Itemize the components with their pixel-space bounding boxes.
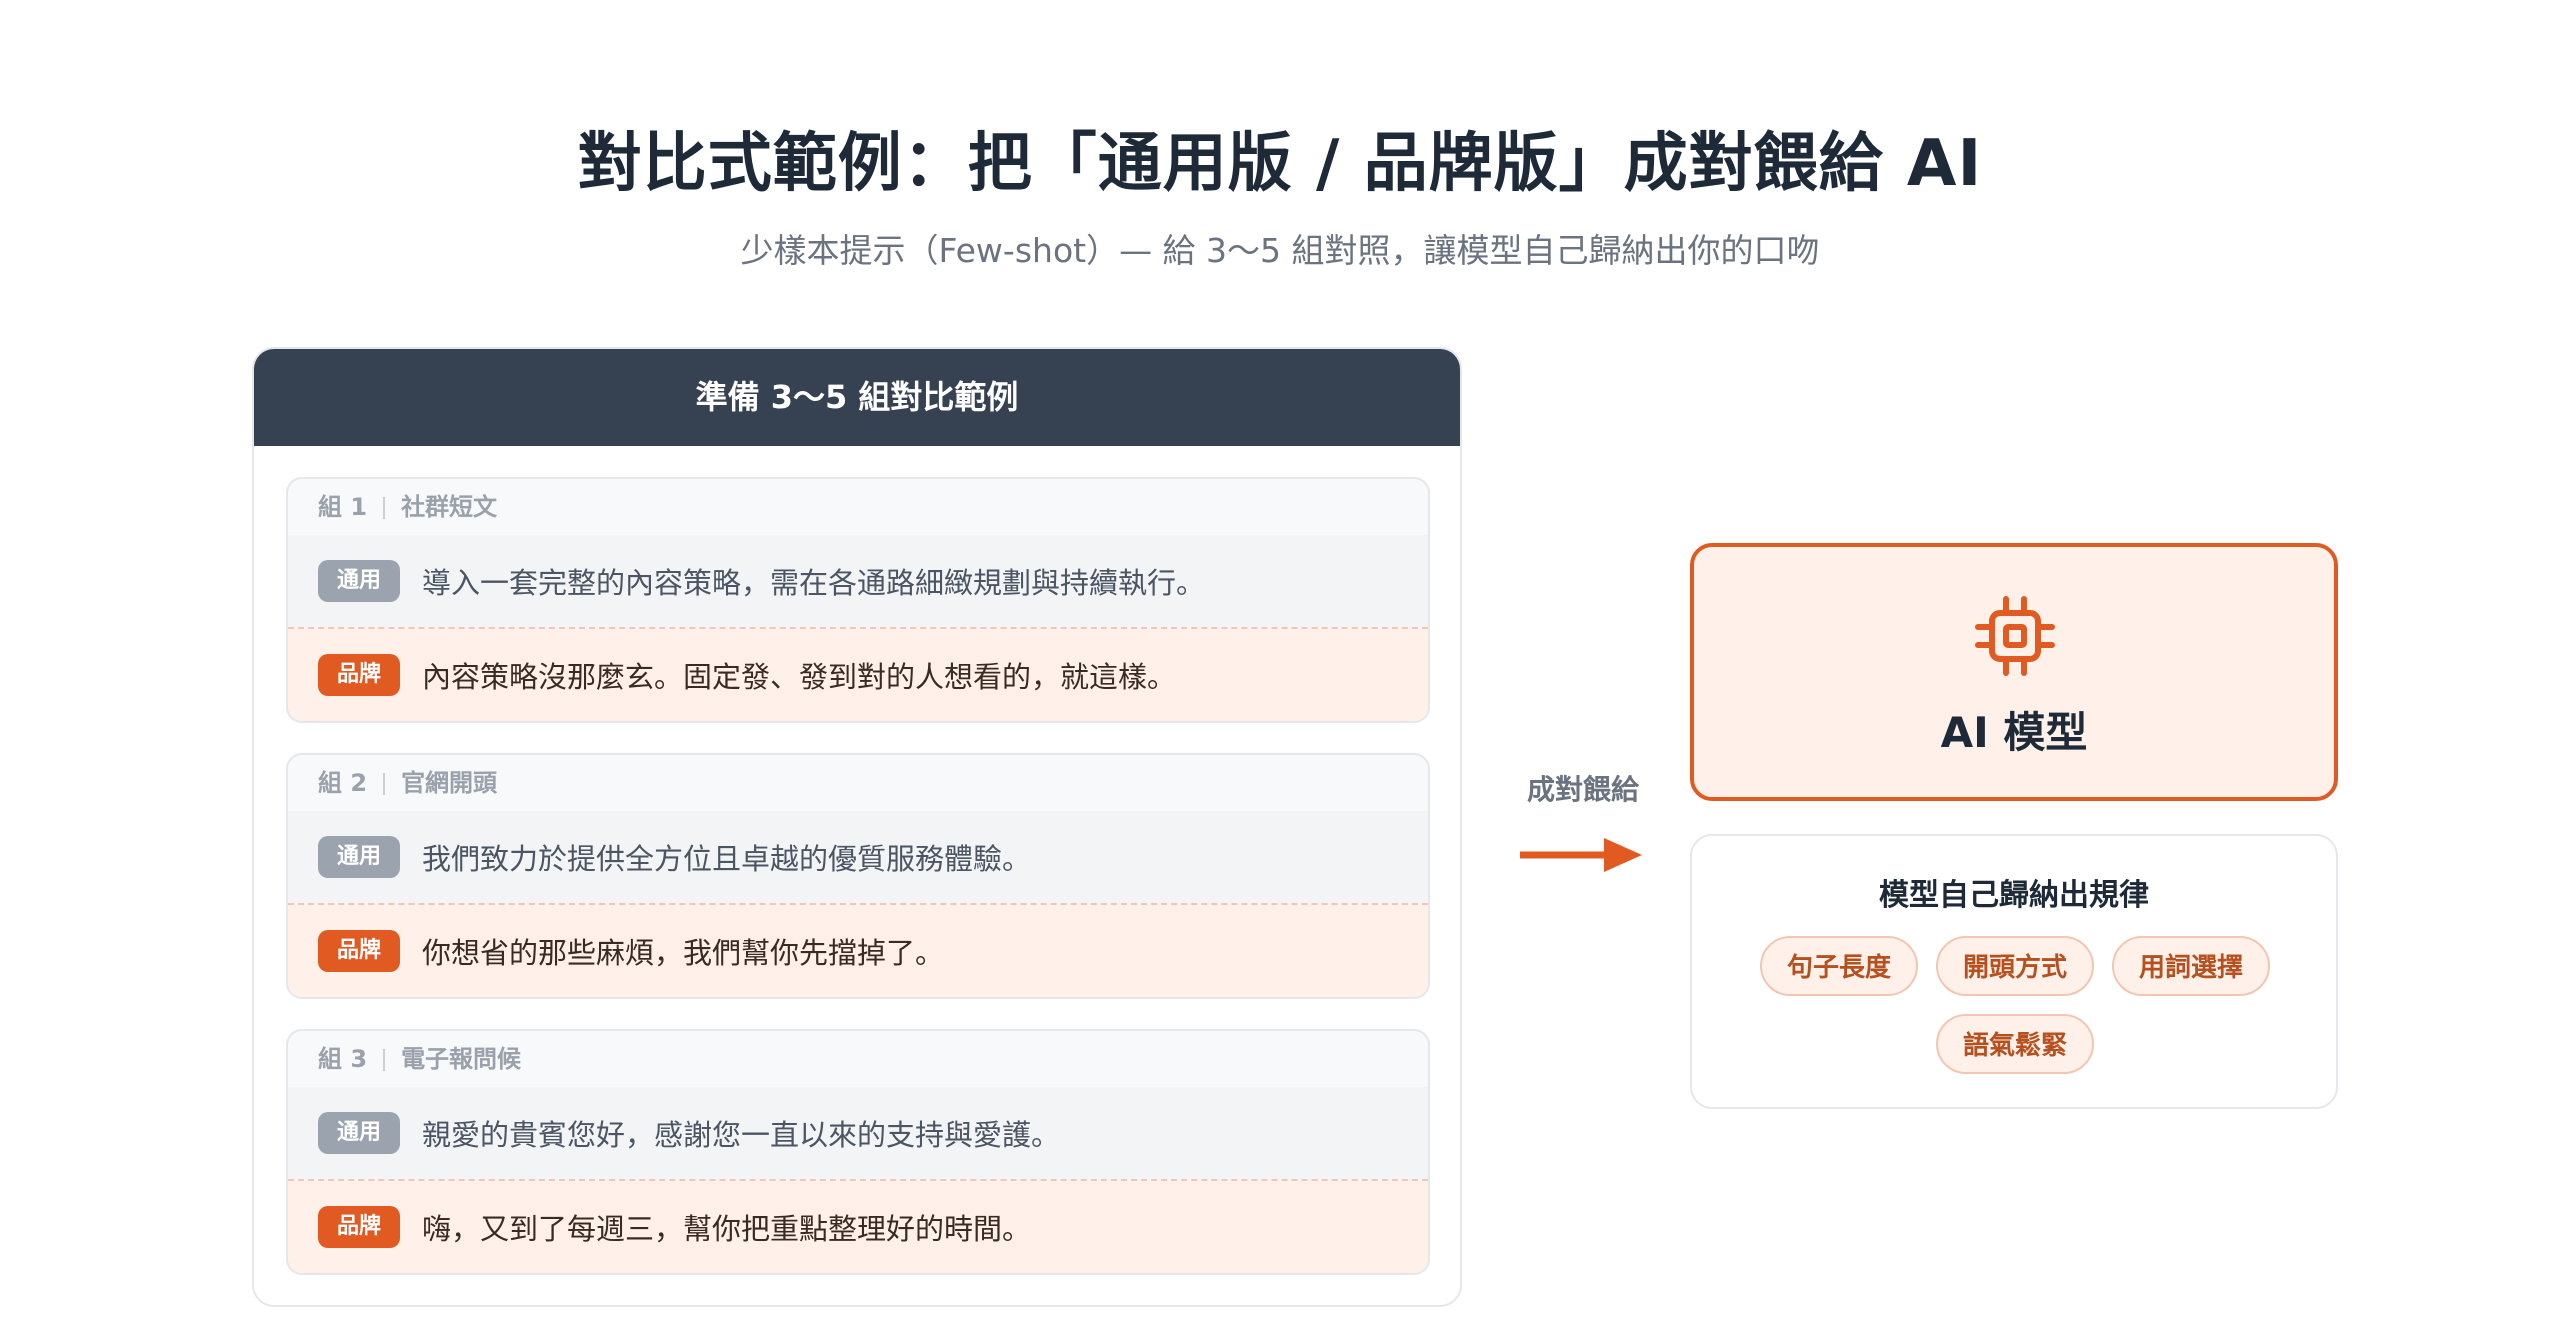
rules-box: 模型自己歸納出規律 句子長度 開頭方式 用詞選擇 語氣鬆緊 — [1690, 834, 2338, 1109]
brand-text: 嗨，又到了每週三，幫你把重點整理好的時間。 — [422, 1212, 1032, 1246]
rules-title: 模型自己歸納出規律 — [1879, 878, 2149, 913]
group-category: 電子報問候 — [401, 1045, 522, 1073]
group-separator — [383, 1049, 386, 1071]
group-label: 組 1 社群短文 — [288, 479, 1428, 535]
generic-text: 親愛的貴賓您好，感謝您一直以來的支持與愛護。 — [422, 1118, 1061, 1152]
brand-row: 品牌 內容策略沒那麼玄。固定發、發到對的人想看的，就這樣。 — [288, 629, 1428, 721]
rule-chip: 開頭方式 — [1936, 936, 2094, 996]
generic-tag: 通用 — [318, 560, 400, 602]
brand-tag: 品牌 — [318, 654, 400, 696]
brand-row: 品牌 你想省的那些麻煩，我們幫你先擋掉了。 — [288, 905, 1428, 997]
generic-text: 我們致力於提供全方位且卓越的優質服務體驗。 — [422, 842, 1032, 876]
arrow-label: 成對餵給 — [1526, 773, 1639, 806]
examples-panel: 準備 3〜5 組對比範例 組 1 社群短文 通用 導入一套完整的內容策略，需在各通… — [252, 347, 1462, 1307]
group-label: 組 3 電子報問候 — [288, 1031, 1428, 1087]
group-number: 組 3 — [318, 1045, 368, 1073]
group-separator — [383, 497, 386, 519]
brand-tag: 品牌 — [318, 1206, 400, 1248]
rule-chip: 語氣鬆緊 — [1936, 1014, 2094, 1074]
group-number: 組 2 — [318, 769, 368, 797]
rule-chip: 用詞選擇 — [2112, 936, 2270, 996]
example-group-1: 組 1 社群短文 通用 導入一套完整的內容策略，需在各通路細緻規劃與持續執行。 品… — [286, 477, 1430, 723]
brand-text: 你想省的那些麻煩，我們幫你先擋掉了。 — [422, 936, 945, 970]
brand-text: 內容策略沒那麼玄。固定發、發到對的人想看的，就這樣。 — [422, 660, 1177, 694]
generic-text: 導入一套完整的內容策略，需在各通路細緻規劃與持續執行。 — [422, 566, 1206, 600]
page-title: 對比式範例：把「通用版 / 品牌版」成對餵給 AI — [577, 127, 1983, 201]
rule-chip: 句子長度 — [1760, 936, 1918, 996]
generic-row: 通用 我們致力於提供全方位且卓越的優質服務體驗。 — [288, 811, 1428, 905]
generic-row: 通用 親愛的貴賓您好，感謝您一直以來的支持與愛護。 — [288, 1087, 1428, 1181]
generic-row: 通用 導入一套完整的內容策略，需在各通路細緻規劃與持續執行。 — [288, 535, 1428, 629]
example-group-2: 組 2 官網開頭 通用 我們致力於提供全方位且卓越的優質服務體驗。 品牌 你想省的… — [286, 753, 1430, 999]
page-subtitle: 少樣本提示（Few-shot）— 給 3〜5 組對照，讓模型自己歸納出你的口吻 — [740, 231, 1820, 270]
group-number: 組 1 — [318, 493, 368, 521]
brand-tag: 品牌 — [318, 930, 400, 972]
arrow-right-icon — [1520, 838, 1642, 872]
group-category: 社群短文 — [401, 493, 498, 521]
panel-title: 準備 3〜5 組對比範例 — [254, 349, 1460, 446]
ai-model-title: AI 模型 — [1940, 708, 2088, 757]
example-group-3: 組 3 電子報問候 通用 親愛的貴賓您好，感謝您一直以來的支持與愛護。 品牌 嗨，… — [286, 1029, 1430, 1275]
generic-tag: 通用 — [318, 1112, 400, 1154]
generic-tag: 通用 — [318, 836, 400, 878]
group-label: 組 2 官網開頭 — [288, 755, 1428, 811]
brand-row: 品牌 嗨，又到了每週三，幫你把重點整理好的時間。 — [288, 1181, 1428, 1273]
ai-model-box: AI 模型 — [1690, 543, 2338, 801]
group-category: 官網開頭 — [401, 769, 498, 797]
group-separator — [383, 773, 386, 795]
chip-icon — [1975, 596, 2055, 676]
